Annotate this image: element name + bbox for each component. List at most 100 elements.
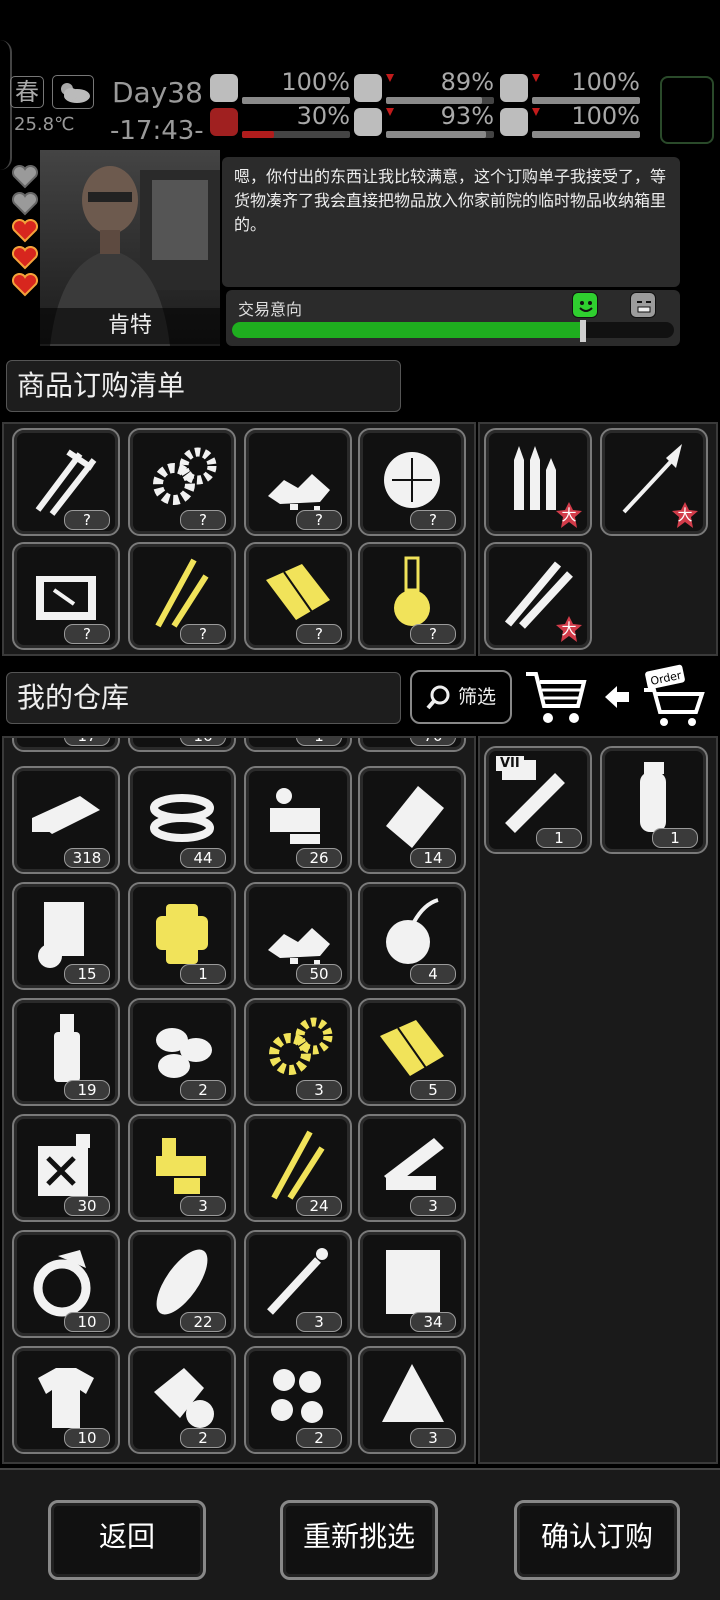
flask-icon	[394, 556, 430, 626]
heart-filled-icon	[11, 245, 39, 270]
battery-icon	[500, 74, 528, 102]
item-count: ?	[64, 510, 110, 530]
item-slot[interactable]: 大	[600, 428, 708, 536]
water-drop-icon	[354, 108, 382, 136]
item-slot[interactable]: ?	[244, 428, 352, 536]
order-items-grid: ????????	[2, 422, 476, 656]
trade-intent-label: 交易意向	[238, 300, 303, 319]
warehouse-special-items-grid[interactable]: 1 VII 1	[478, 736, 718, 1464]
filter-label: 筛选	[458, 686, 497, 708]
item-slot[interactable]: 2	[244, 1346, 352, 1454]
item-slot[interactable]: 44	[128, 766, 236, 874]
reselect-button[interactable]: 重新挑选	[280, 1500, 438, 1580]
item-slot[interactable]: 50	[244, 882, 352, 990]
item-count: ?	[410, 624, 456, 644]
item-slot[interactable]: ?	[244, 542, 352, 650]
item-count: 44	[180, 848, 226, 868]
heart-empty-icon	[11, 191, 39, 216]
day-counter: Day38	[112, 76, 203, 109]
item-slot[interactable]: 26	[244, 766, 352, 874]
trade-intent-marker	[580, 320, 586, 342]
back-button[interactable]: 返回	[48, 1500, 206, 1580]
order-list-title: 商品订购清单	[6, 360, 401, 412]
warehouse-items-grid[interactable]: 17 16 1 70 318 44 26 14 15 1 50 4 19 2 3 5 30 3 24 3 10 22 3 34…	[2, 736, 476, 1464]
item-slot[interactable]: ?	[358, 542, 466, 650]
item-count: 1	[536, 828, 582, 848]
item-slot[interactable]: 3	[244, 998, 352, 1106]
order-cart-icon: Order	[640, 664, 712, 732]
warehouse-title: 我的仓库	[6, 672, 401, 724]
item-slot[interactable]: 3	[358, 1114, 466, 1222]
item-slot[interactable]: 15	[12, 882, 120, 990]
item-slot[interactable]: 1	[128, 882, 236, 990]
item-slot[interactable]: 5	[358, 998, 466, 1106]
bag-icon	[386, 786, 444, 848]
blood-foot-icon	[210, 108, 238, 136]
item-slot[interactable]: 10	[12, 1230, 120, 1338]
stat-4: 93%	[354, 102, 494, 140]
badge-label: 大	[561, 620, 577, 638]
cotton-icon	[384, 452, 440, 508]
item-slot-partial[interactable]: 70	[358, 738, 466, 752]
fuel-can-icon	[38, 1134, 90, 1196]
stat-bar-fill	[242, 131, 275, 138]
stat-bar	[532, 131, 640, 138]
item-slot[interactable]: 4	[358, 882, 466, 990]
stat-value: 30%	[296, 102, 350, 130]
trade-intent-fill	[232, 322, 586, 338]
item-count: ?	[296, 624, 342, 644]
item-count: ?	[64, 624, 110, 644]
item-slot[interactable]: ?	[12, 542, 120, 650]
item-slot[interactable]: 19	[12, 998, 120, 1106]
item-slot-partial[interactable]: 16	[128, 738, 236, 752]
item-count: 3	[296, 1312, 342, 1332]
item-slot-partial[interactable]: 1	[244, 738, 352, 752]
item-slot[interactable]: 1 VII	[484, 746, 592, 854]
item-count: 3	[410, 1196, 456, 1216]
item-count: 1	[180, 964, 226, 984]
down-arrow-icon	[386, 74, 394, 82]
item-slot[interactable]: 大	[484, 428, 592, 536]
item-slot[interactable]: 318	[12, 766, 120, 874]
equipment-slot[interactable]	[660, 76, 714, 144]
confirm-order-button[interactable]: 确认订购	[514, 1500, 680, 1580]
cloth-icon	[380, 1020, 444, 1076]
item-count: 318	[64, 848, 110, 868]
badge-label: 大	[677, 506, 693, 524]
item-slot[interactable]: 大	[484, 542, 592, 650]
item-slot[interactable]: 10	[12, 1346, 120, 1454]
item-slot[interactable]: 1	[600, 746, 708, 854]
item-count: 10	[64, 1428, 110, 1448]
item-slot-partial[interactable]: 17	[12, 738, 120, 752]
stat-bar	[386, 131, 494, 138]
item-slot[interactable]: ?	[128, 542, 236, 650]
bandage-icon	[154, 1368, 214, 1428]
item-count: 5	[410, 1080, 456, 1100]
heart-filled-icon	[11, 218, 39, 243]
item-slot[interactable]: 30	[12, 1114, 120, 1222]
machine-parts-icon	[156, 1138, 206, 1194]
item-count: 4	[410, 964, 456, 984]
item-slot[interactable]: 14	[358, 766, 466, 874]
filter-button[interactable]: 筛选	[410, 670, 512, 724]
stomach-icon	[354, 74, 382, 102]
stat-value: 93%	[440, 102, 494, 130]
syringe-icon	[267, 1248, 328, 1315]
item-slot[interactable]: 3	[358, 1346, 466, 1454]
item-slot[interactable]: 2	[128, 1346, 236, 1454]
item-slot[interactable]: 3	[128, 1114, 236, 1222]
gears-icon	[269, 1017, 333, 1075]
item-slot[interactable]: ?	[128, 428, 236, 536]
item-slot[interactable]: 24	[244, 1114, 352, 1222]
affinity-hearts	[11, 164, 42, 300]
item-slot[interactable]: 3	[244, 1230, 352, 1338]
stat-bar-fill	[386, 131, 487, 138]
stat-value: 100%	[281, 68, 350, 96]
item-slot[interactable]: 22	[128, 1230, 236, 1338]
npc-name: 肯特	[40, 308, 220, 344]
item-slot[interactable]: ?	[12, 428, 120, 536]
item-slot[interactable]: 34	[358, 1230, 466, 1338]
rubble-icon	[268, 474, 330, 511]
item-slot[interactable]: 2	[128, 998, 236, 1106]
item-slot[interactable]: ?	[358, 428, 466, 536]
